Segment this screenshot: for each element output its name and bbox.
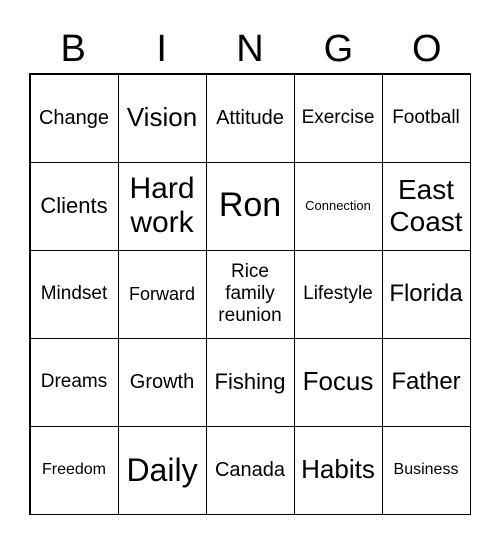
bingo-cell[interactable]: Growth xyxy=(117,337,207,427)
bingo-cell[interactable]: East Coast xyxy=(381,161,471,251)
bingo-cell[interactable]: Focus xyxy=(293,337,383,427)
bingo-cell[interactable]: Father xyxy=(381,337,471,427)
bingo-cell[interactable]: Daily xyxy=(117,425,207,515)
bingo-cell[interactable]: Business xyxy=(381,425,471,515)
header-letter-b: B xyxy=(60,28,86,70)
bingo-cell[interactable]: Fishing xyxy=(205,337,295,427)
bingo-cell[interactable]: Lifestyle xyxy=(293,249,383,339)
header-letter-i: I xyxy=(156,28,167,70)
bingo-cell[interactable]: Change xyxy=(29,73,119,163)
bingo-cell[interactable]: Ron xyxy=(205,161,295,251)
bingo-cell[interactable]: Dreams xyxy=(29,337,119,427)
bingo-cell[interactable]: Habits xyxy=(293,425,383,515)
bingo-cell[interactable]: Clients xyxy=(29,161,119,251)
bingo-cell[interactable]: Mindset xyxy=(29,249,119,339)
bingo-cell[interactable]: Florida xyxy=(381,249,471,339)
bingo-header: B I N G O xyxy=(29,26,471,72)
header-letter-g: G xyxy=(323,28,354,70)
bingo-cell[interactable]: Vision xyxy=(117,73,207,163)
bingo-cell[interactable]: Canada xyxy=(205,425,295,515)
bingo-cell[interactable]: Rice family reunion xyxy=(205,249,295,339)
header-letter-o: O xyxy=(412,28,442,70)
bingo-cell[interactable]: Connection xyxy=(293,161,383,251)
header-letter-n: N xyxy=(236,28,264,70)
bingo-cell[interactable]: Hard work xyxy=(117,161,207,251)
bingo-cell[interactable]: Attitude xyxy=(205,73,295,163)
bingo-cell[interactable]: Exercise xyxy=(293,73,383,163)
bingo-cell[interactable]: Freedom xyxy=(29,425,119,515)
bingo-cell[interactable]: Football xyxy=(381,73,471,163)
bingo-cell[interactable]: Forward xyxy=(117,249,207,339)
bingo-grid: Change Vision Attitude Exercise Football… xyxy=(29,73,471,515)
